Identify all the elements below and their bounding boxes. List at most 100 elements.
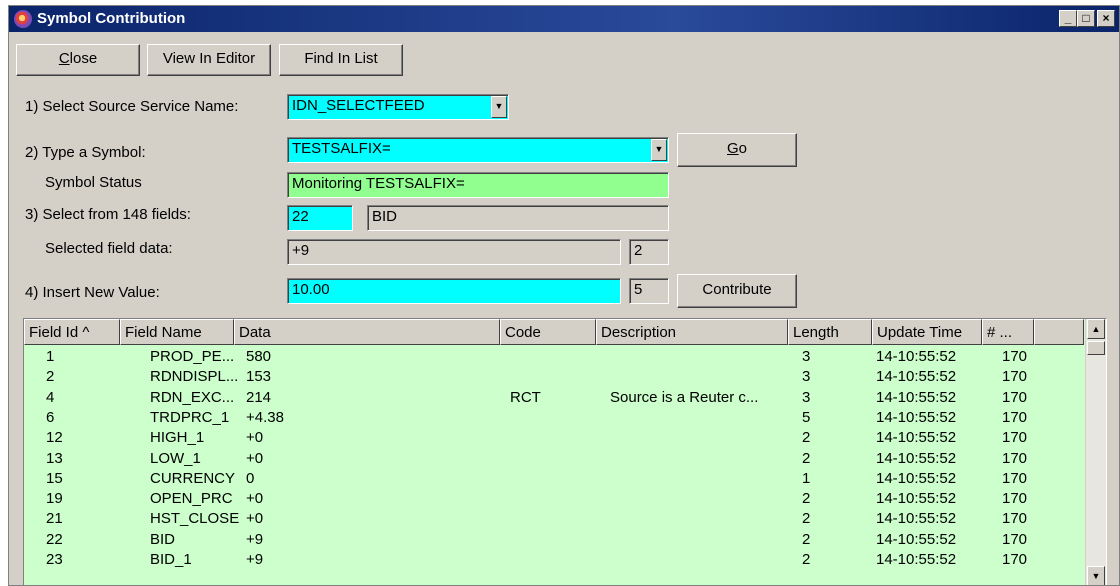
cell-description: Source is a Reuter c...	[610, 388, 759, 406]
cell-field-id: 13	[46, 449, 63, 467]
field-id-input[interactable]: 22	[287, 205, 353, 231]
cell-length: 2	[802, 551, 811, 568]
cell-data: +9	[246, 551, 264, 568]
cell-length: 2	[802, 510, 811, 528]
table-row[interactable]: 22 BID +9 2 14-10:55:52 170	[24, 530, 1084, 550]
selected-field-data-label: Selected field data:	[45, 240, 173, 257]
selected-field-length-display: 2	[629, 239, 669, 265]
go-button[interactable]: Go	[677, 133, 797, 167]
cell-field-name: TRDPRC_1	[150, 408, 230, 426]
table-row[interactable]: 21 HST_CLOSE +0 2 14-10:55:52 170	[24, 509, 1084, 529]
symbol-combobox[interactable]: TESTSALFIX= ▼	[287, 137, 669, 163]
column-header-data[interactable]: Data	[234, 319, 500, 345]
cell-field-id: 6	[46, 408, 55, 426]
cell-update-time: 14-10:55:52	[876, 530, 957, 548]
cell-field-id: 22	[46, 530, 63, 548]
contribute-button[interactable]: Contribute	[677, 274, 797, 308]
cell-count: 170	[1002, 551, 1028, 568]
cell-field-id: 15	[46, 469, 63, 487]
window-title: Symbol Contribution	[37, 10, 186, 27]
cell-length: 5	[802, 408, 811, 426]
cell-field-id: 19	[46, 490, 63, 508]
cell-field-id: 21	[46, 510, 63, 528]
cell-update-time: 14-10:55:52	[876, 368, 957, 386]
title-bar[interactable]: Symbol Contribution _ □ ×	[9, 6, 1119, 32]
table-row[interactable]: 12 HIGH_1 +0 2 14-10:55:52 170	[24, 428, 1084, 448]
table-row[interactable]: 1 PROD_PE... 580 3 14-10:55:52 170	[24, 347, 1084, 367]
column-header-code[interactable]: Code	[500, 319, 596, 345]
cell-length: 2	[802, 429, 811, 447]
cell-count: 170	[1002, 510, 1028, 528]
cell-update-time: 14-10:55:52	[876, 449, 957, 467]
cell-count: 170	[1002, 408, 1028, 426]
new-value-input[interactable]: 10.00	[287, 278, 621, 304]
close-window-button[interactable]: ×	[1097, 10, 1115, 27]
cell-length: 2	[802, 449, 811, 467]
new-value-length-display: 5	[629, 278, 669, 304]
column-header-field-id[interactable]: Field Id ^	[24, 319, 120, 345]
cell-field-id: 4	[46, 388, 55, 406]
column-header-field-name[interactable]: Field Name	[120, 319, 234, 345]
vertical-scrollbar[interactable]: ▲ ▼	[1085, 319, 1106, 585]
cell-field-name: OPEN_PRC	[150, 490, 233, 508]
cell-count: 170	[1002, 348, 1028, 365]
maximize-button[interactable]: □	[1077, 10, 1095, 27]
column-header-description[interactable]: Description	[596, 319, 788, 345]
cell-field-name: RDNDISPL...	[150, 368, 239, 386]
symbol-contribution-window: Symbol Contribution _ □ × Close View In …	[8, 5, 1120, 586]
source-service-select[interactable]: IDN_SELECTFEED ▼	[287, 94, 509, 120]
column-header-filler	[1034, 319, 1084, 345]
cell-field-name: PROD_PE...	[150, 348, 235, 365]
table-row[interactable]: 2 RDNDISPL... 153 3 14-10:55:52 170	[24, 367, 1084, 387]
symbol-status-label: Symbol Status	[45, 174, 142, 191]
table-header: Field Id ^ Field Name Data Code Descript…	[24, 319, 1084, 345]
column-header-count[interactable]: # ...	[982, 319, 1034, 345]
cell-count: 170	[1002, 530, 1028, 548]
cell-data: +4.38	[246, 408, 284, 426]
cell-data: +0	[246, 449, 264, 467]
cell-data: +0	[246, 429, 264, 447]
cell-update-time: 14-10:55:52	[876, 429, 957, 447]
cell-field-name: HIGH_1	[150, 429, 205, 447]
column-header-update-time[interactable]: Update Time	[872, 319, 982, 345]
column-header-length[interactable]: Length	[788, 319, 872, 345]
cell-count: 170	[1002, 449, 1028, 467]
table-row[interactable]: 6 TRDPRC_1 +4.38 5 14-10:55:52 170	[24, 408, 1084, 428]
scroll-down-icon[interactable]: ▼	[1087, 566, 1105, 585]
new-value-label: 4) Insert New Value:	[25, 284, 160, 301]
cell-count: 170	[1002, 490, 1028, 508]
cell-length: 3	[802, 368, 811, 386]
table-row[interactable]: 13 LOW_1 +0 2 14-10:55:52 170	[24, 449, 1084, 469]
chevron-down-icon[interactable]: ▼	[651, 139, 667, 161]
cell-data: 153	[246, 368, 272, 386]
cell-field-name: HST_CLOSE	[150, 510, 240, 528]
cell-update-time: 14-10:55:52	[876, 510, 957, 528]
cell-length: 3	[802, 348, 811, 365]
chevron-down-icon[interactable]: ▼	[491, 96, 507, 118]
table-row[interactable]: 23 BID_1 +9 2 14-10:55:52 170	[24, 550, 1084, 570]
scroll-thumb[interactable]	[1087, 341, 1105, 355]
cell-update-time: 14-10:55:52	[876, 551, 957, 568]
fields-table: Field Id ^ Field Name Data Code Descript…	[23, 318, 1107, 585]
cell-update-time: 14-10:55:52	[876, 408, 957, 426]
cell-count: 170	[1002, 368, 1028, 386]
cell-field-id: 1	[46, 348, 55, 365]
table-row[interactable]: 15 CURRENCY 0 1 14-10:55:52 170	[24, 469, 1084, 489]
minimize-button[interactable]: _	[1059, 10, 1077, 27]
selected-field-data-display: +9	[287, 239, 621, 265]
table-row[interactable]: 19 OPEN_PRC +0 2 14-10:55:52 170	[24, 489, 1084, 509]
cell-count: 170	[1002, 469, 1028, 487]
cell-data: 214	[246, 388, 272, 406]
cell-field-name: RDN_EXC...	[150, 388, 235, 406]
close-button[interactable]: Close	[16, 44, 140, 76]
scroll-up-icon[interactable]: ▲	[1087, 319, 1105, 339]
view-in-editor-button[interactable]: View In Editor	[147, 44, 271, 76]
cell-code: RCT	[510, 388, 541, 406]
cell-field-name: BID_1	[150, 551, 192, 568]
cell-length: 1	[802, 469, 811, 487]
table-row[interactable]: 4 RDN_EXC... 214 RCT Source is a Reuter c...…	[24, 388, 1084, 408]
find-in-list-button[interactable]: Find In List	[279, 44, 403, 76]
cell-length: 2	[802, 490, 811, 508]
cell-data: 0	[246, 469, 255, 487]
source-service-label: 1) Select Source Service Name:	[25, 98, 239, 115]
